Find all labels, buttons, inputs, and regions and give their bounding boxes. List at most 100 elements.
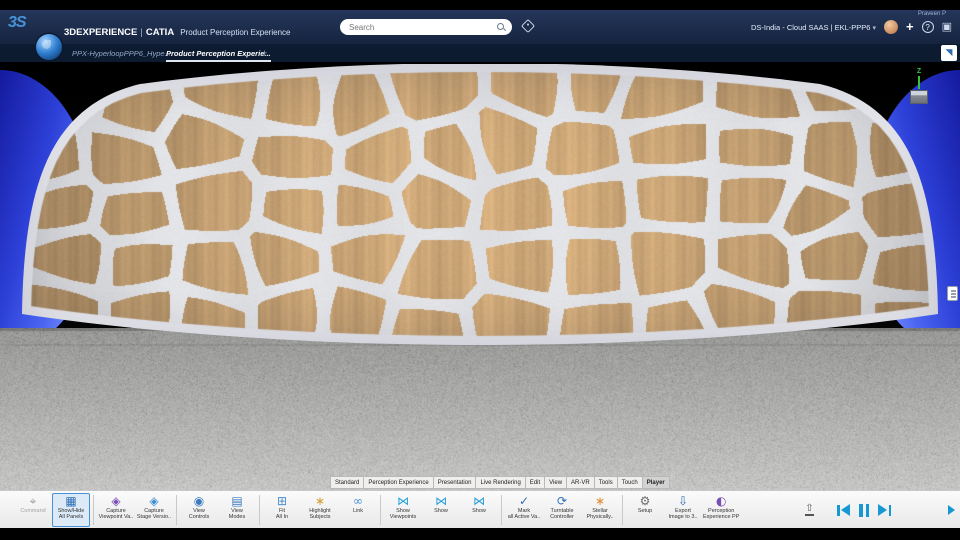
setup-button[interactable]: ⚙ Setup: [626, 493, 664, 527]
doc-tab-active[interactable]: Product Perception Experie...: [166, 49, 271, 62]
toolbar-button-label: Link: [352, 507, 364, 514]
command-button[interactable]: ⌖ Command: [14, 493, 52, 527]
letterbox-top: [0, 0, 960, 10]
turntable-controller-icon: ⟳: [556, 493, 568, 508]
toolbar-button-label2: All Panels: [58, 513, 84, 520]
3ds-logo: 3S: [8, 14, 27, 31]
pause-button[interactable]: [859, 503, 869, 517]
brand-divider: |: [140, 27, 143, 38]
action-bar: ⌖ Command ▦ Show/Hide All Panels ◈ Capture View…: [0, 490, 960, 528]
ribbon-tab-tools[interactable]: Tools: [593, 476, 617, 489]
share-screen-icon[interactable]: ▣: [942, 21, 952, 33]
toolbar-button-label2: Modes: [228, 513, 246, 520]
toolbar-button-label2: all Active Va..: [507, 513, 541, 520]
tenant-selector[interactable]: DS-India - Cloud SAAS | EKL-PPP6 ▾: [751, 23, 876, 32]
toolbar-separator: [622, 494, 623, 525]
user-name: Praveen P: [917, 11, 946, 17]
search-icon[interactable]: [497, 23, 505, 31]
toolbar-separator: [380, 494, 381, 525]
export-image-button[interactable]: ⇩ Export Image to 3..: [664, 493, 702, 527]
side-panel-handle[interactable]: [947, 286, 958, 301]
chevron-down-icon: ▾: [872, 24, 876, 32]
perception-experience-button[interactable]: ◐ Perception Experience PP: [702, 493, 740, 527]
header-actions: Praveen P DS-India - Cloud SAAS | EKL-PP…: [751, 11, 952, 34]
add-content-button[interactable]: +: [906, 20, 914, 34]
show-hide-all-panels-button[interactable]: ▦ Show/Hide All Panels: [52, 492, 90, 527]
toolbar-button-label: Show: [434, 507, 448, 514]
brand-name: 3DEXPERIENCE: [64, 27, 138, 38]
ribbon-tab-standard[interactable]: Standard: [330, 476, 364, 489]
voronoi-wall: [22, 64, 938, 350]
maximize-icon[interactable]: ◥: [941, 45, 957, 61]
fit-all-in-icon: ⊞: [276, 493, 288, 508]
toolbar-button-label2: Viewpoint Va..: [98, 513, 134, 520]
ribbon-tab-live-rendering[interactable]: Live Rendering: [475, 476, 525, 489]
ribbon-tab-player[interactable]: Player: [641, 476, 670, 489]
show-1-icon: ⋈: [435, 493, 447, 508]
stellar-button[interactable]: ∗ Stellar Physically..: [581, 493, 619, 527]
player-controls: [836, 503, 892, 517]
view-modes-button[interactable]: ▤ View Modes: [218, 493, 256, 527]
user-avatar[interactable]: [884, 20, 898, 34]
toolbar-button-label2: Subjects: [309, 513, 331, 520]
highlight-subjects-button[interactable]: ∗ Highlight Subjects: [301, 493, 339, 527]
command-icon: ⌖: [29, 493, 37, 508]
ribbon-tab-presentation[interactable]: Presentation: [432, 476, 476, 489]
ribbon-tab-touch[interactable]: Touch: [616, 476, 642, 489]
app-name: CATIA: [145, 27, 175, 38]
toolbar-button-label2: Viewpoints: [389, 513, 417, 520]
link-button[interactable]: ∞ Link: [339, 493, 377, 527]
toolbar-right: ⇧: [805, 491, 958, 529]
ribbon-tab-perception-experience[interactable]: Perception Experience: [363, 476, 433, 489]
view-cube[interactable]: [910, 90, 928, 104]
share-export-button[interactable]: ⇧: [805, 504, 814, 516]
toolbar-separator: [176, 494, 177, 525]
toolbar-separator: [259, 494, 260, 525]
axis-z-label: Z: [916, 68, 922, 75]
toolbar-button-label: Show: [472, 507, 486, 514]
show-viewpoints-button[interactable]: ⋈ Show Viewpoints: [384, 493, 422, 527]
show-viewpoints-icon: ⋈: [397, 493, 409, 508]
brand-title: 3DEXPERIENCE | CATIA Product Perception Exp…: [64, 22, 290, 40]
view-controls-button[interactable]: ◉ View Controls: [180, 493, 218, 527]
view-controls-icon: ◉: [193, 493, 205, 508]
viewport-3d[interactable]: Z: [0, 62, 960, 490]
toolbar-button-label2: Image to 3..: [668, 513, 698, 520]
stellar-icon: ∗: [594, 493, 606, 508]
help-button[interactable]: ?: [921, 21, 934, 33]
3dexperience-compass-badge[interactable]: [36, 34, 62, 60]
turntable-controller-button[interactable]: ⟳ Turntable Controller: [543, 493, 581, 527]
ribbon-tab-edit[interactable]: Edit: [524, 476, 545, 489]
capture-stage-button[interactable]: ◈ Capture Stage Versio..: [135, 493, 173, 527]
capture-viewpoint-button[interactable]: ◈ Capture Viewpoint Va..: [97, 493, 135, 527]
tag-icon[interactable]: [520, 18, 536, 34]
doc-tab-hyperloop[interactable]: PPX-HyperloopPPP6_Hype...: [72, 49, 171, 58]
skip-back-button[interactable]: [836, 503, 850, 517]
ribbon-tab-view[interactable]: View: [544, 476, 567, 489]
show-button-2[interactable]: ⋈ Show: [460, 493, 498, 527]
toolbar-button-label2: Stage Versio..: [136, 513, 172, 520]
show-button-1[interactable]: ⋈ Show: [422, 493, 460, 527]
mark-all-active-icon: ✓: [518, 493, 530, 508]
toolbar-expand-chevron[interactable]: [948, 505, 955, 515]
fit-all-in-button[interactable]: ⊞ Fit All In: [263, 493, 301, 527]
ribbon-tabs: Standard Perception Experience Presentatio…: [330, 476, 670, 489]
top-bar: 3S 3DEXPERIENCE | CATIA Product Perception …: [0, 10, 960, 44]
search-bar[interactable]: [340, 19, 512, 35]
play-forward-button[interactable]: [878, 503, 892, 517]
navigation-compass[interactable]: Z: [904, 68, 934, 104]
perception-experience-icon: ◐: [715, 493, 727, 508]
toolbar-separator: [501, 494, 502, 525]
concrete-floor: [0, 328, 960, 490]
highlight-subjects-icon: ∗: [314, 493, 326, 508]
capture-viewpoint-icon: ◈: [111, 493, 121, 508]
document-tabbar: PPX-HyperloopPPP6_Hype... Product Percep…: [0, 34, 960, 62]
ribbon-tab-ar-vr[interactable]: AR-VR: [566, 476, 594, 489]
show-hide-all-panels-icon: ▦: [65, 493, 77, 508]
application-window: 3S 3DEXPERIENCE | CATIA Product Perception …: [0, 0, 960, 540]
mark-all-active-button[interactable]: ✓ Mark all Active Va..: [505, 493, 543, 527]
capture-stage-icon: ◈: [149, 493, 159, 508]
export-image-icon: ⇩: [677, 493, 689, 508]
search-input[interactable]: [340, 22, 497, 32]
new-tab-button[interactable]: +: [262, 48, 267, 58]
